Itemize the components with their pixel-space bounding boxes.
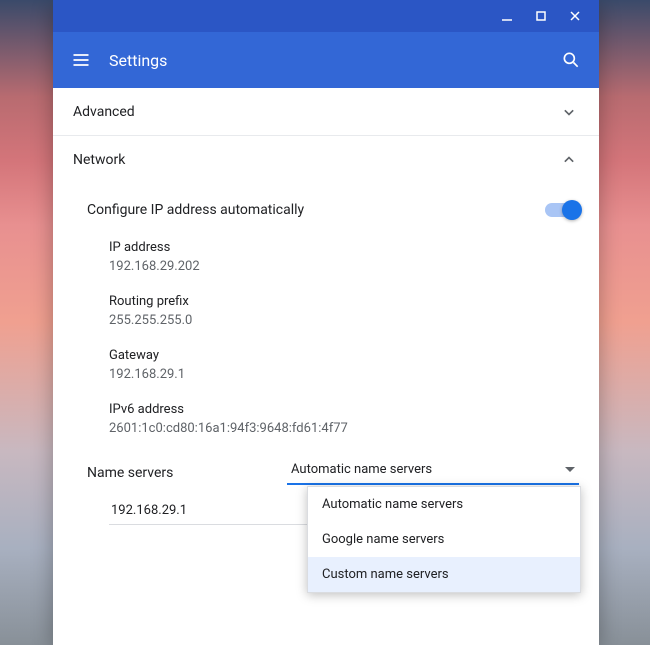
- gateway-field: Gateway 192.168.29.1: [53, 338, 599, 392]
- window-maximize-button[interactable]: [525, 2, 557, 30]
- ns-option-google[interactable]: Google name servers: [308, 522, 580, 557]
- window-titlebar: [53, 0, 599, 32]
- ip-address-value: 192.168.29.202: [109, 259, 579, 274]
- section-advanced-label: Advanced: [73, 104, 135, 120]
- app-bar: Settings: [53, 32, 599, 88]
- window-minimize-button[interactable]: [491, 2, 523, 30]
- routing-prefix-field: Routing prefix 255.255.255.0: [53, 284, 599, 338]
- routing-prefix-label: Routing prefix: [109, 294, 579, 309]
- ip-address-label: IP address: [109, 240, 579, 255]
- ipv6-field: IPv6 address 2601:1c0:cd80:16a1:94f3:964…: [53, 392, 599, 446]
- configure-ip-label: Configure IP address automatically: [87, 202, 304, 218]
- name-server-input[interactable]: [109, 499, 319, 525]
- routing-prefix-value: 255.255.255.0: [109, 313, 579, 328]
- name-servers-label: Name servers: [87, 465, 287, 481]
- ipv6-label: IPv6 address: [109, 402, 579, 417]
- page-title: Settings: [109, 51, 559, 70]
- gateway-value: 192.168.29.1: [109, 367, 579, 382]
- name-servers-selected: Automatic name servers: [291, 462, 432, 477]
- ns-option-custom[interactable]: Custom name servers: [308, 557, 580, 592]
- name-servers-row: Name servers Automatic name servers Auto…: [53, 446, 599, 491]
- content-area: Advanced Network Configure IP address au…: [53, 88, 599, 645]
- configure-ip-toggle[interactable]: [545, 203, 579, 217]
- section-network-label: Network: [73, 152, 125, 168]
- chevron-up-icon: [559, 150, 579, 170]
- dropdown-arrow-icon: [565, 467, 575, 472]
- settings-window: Settings Advanced Network Configure IP a…: [53, 0, 599, 645]
- name-servers-dropdown: Automatic name servers Google name serve…: [307, 486, 581, 593]
- ip-address-field: IP address 192.168.29.202: [53, 230, 599, 284]
- section-network[interactable]: Network: [53, 136, 599, 184]
- configure-ip-row: Configure IP address automatically: [53, 184, 599, 230]
- minimize-icon: [501, 10, 513, 22]
- window-close-button[interactable]: [559, 2, 591, 30]
- hamburger-icon: [71, 50, 91, 70]
- ipv6-value: 2601:1c0:cd80:16a1:94f3:9648:fd61:4f77: [109, 421, 579, 436]
- section-advanced[interactable]: Advanced: [53, 88, 599, 136]
- maximize-icon: [535, 10, 547, 22]
- search-button[interactable]: [559, 48, 583, 72]
- gateway-label: Gateway: [109, 348, 579, 363]
- search-icon: [561, 50, 581, 70]
- chevron-down-icon: [559, 102, 579, 122]
- ns-option-automatic[interactable]: Automatic name servers: [308, 487, 580, 522]
- menu-button[interactable]: [69, 48, 93, 72]
- name-servers-select[interactable]: Automatic name servers: [287, 460, 579, 485]
- close-icon: [569, 10, 581, 22]
